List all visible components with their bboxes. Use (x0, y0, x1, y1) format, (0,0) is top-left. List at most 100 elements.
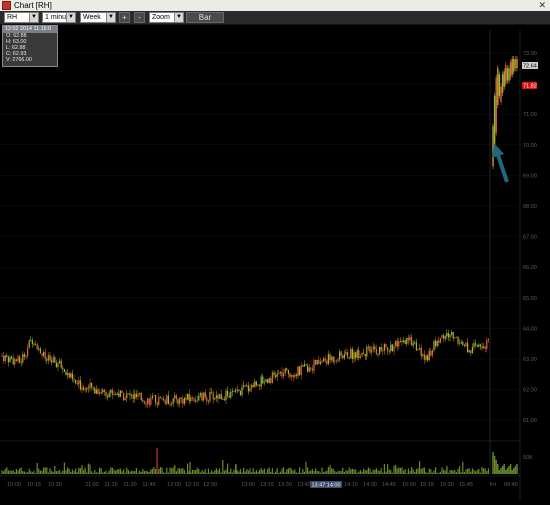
candle-body (102, 389, 104, 393)
price-marker-label: 71.82 (523, 84, 537, 90)
volume-bar (223, 470, 225, 474)
candle-body (398, 341, 400, 347)
candle-body (506, 68, 509, 81)
candle-body (431, 350, 433, 356)
candle-body (393, 346, 395, 352)
time-tick-label: 12:00 (167, 482, 181, 488)
candle-body (407, 337, 409, 341)
candle-body (300, 365, 302, 376)
volume-bar (457, 468, 459, 474)
candle-body (303, 364, 305, 367)
interval-select[interactable]: 1 minute ▼ (42, 12, 76, 23)
candle-body (145, 403, 147, 405)
volume-bar (284, 472, 286, 474)
candle-body (329, 354, 331, 361)
price-tick-label: 68.00 (523, 204, 537, 210)
candle-body (206, 397, 208, 402)
volume-bar (209, 472, 211, 474)
volume-bar (115, 470, 117, 474)
price-candles (1, 56, 518, 409)
candle-body (395, 340, 397, 347)
volume-bar (460, 472, 462, 474)
volume-bar (385, 471, 387, 474)
volume-bar (81, 465, 83, 474)
candle-body (158, 397, 160, 405)
candle-body (387, 347, 389, 352)
candle-body (359, 356, 361, 359)
volume-bar (52, 471, 54, 474)
close-icon[interactable]: ✕ (538, 0, 546, 11)
volume-bar (307, 467, 309, 474)
volume-bar (33, 470, 35, 474)
time-tick-label: 14:30 (363, 482, 377, 488)
candle-body (257, 384, 259, 386)
candle-body (219, 394, 221, 399)
candle-body (422, 354, 424, 356)
candle-body (100, 392, 102, 394)
volume-bar (179, 468, 181, 474)
volume-bar (55, 471, 57, 474)
candle-body (97, 389, 99, 394)
volume-bar (390, 470, 392, 474)
volume-bar (262, 470, 264, 474)
volume-bar (129, 471, 131, 474)
candle-body (35, 344, 37, 345)
volume-bar (350, 469, 352, 474)
candle-body (11, 356, 13, 359)
candle-body (3, 356, 5, 361)
volume-bar (206, 472, 208, 474)
candle-body (444, 335, 446, 339)
candle-body (337, 359, 339, 362)
candle-body (65, 371, 67, 375)
symbol-select[interactable]: RH ▼ (4, 12, 39, 23)
volume-bar (427, 472, 429, 474)
zoom-in-button[interactable]: + (119, 12, 130, 23)
volume-bar (167, 472, 169, 474)
volume-bar (123, 469, 125, 474)
chart-area[interactable]: 73.0072.0071.0070.0069.0068.0067.0066.00… (0, 25, 550, 500)
chevron-down-icon: ▼ (29, 13, 38, 22)
zoom-out-button[interactable]: - (134, 12, 145, 23)
volume-bar (462, 461, 464, 474)
volume-bar (299, 467, 301, 474)
range-select[interactable]: Week ▼ (80, 12, 116, 23)
chevron-down-icon: ▼ (66, 13, 75, 22)
candle-body (487, 339, 489, 341)
volume-bar (193, 470, 195, 474)
volume-bar (124, 472, 126, 474)
candle-body (215, 395, 217, 398)
volume-bar (22, 471, 24, 474)
volume-bar (185, 472, 187, 474)
volume-bar (231, 472, 233, 474)
candle-body (87, 387, 89, 389)
volume-bar (19, 468, 21, 474)
volume-bar (323, 471, 325, 474)
candle-body (14, 359, 16, 365)
volume-bar (387, 464, 389, 474)
time-tick-label: 13:00 (241, 482, 255, 488)
candle-body (52, 357, 54, 363)
volume-bar (278, 472, 280, 474)
volume-bar (441, 467, 443, 474)
volume-bar (375, 468, 377, 474)
time-tick-label: 13:15 (260, 482, 274, 488)
candle-body (116, 393, 118, 396)
volume-bar (508, 466, 510, 474)
zoom-select[interactable]: Zoom ▼ (149, 12, 184, 23)
candle-body (108, 392, 110, 398)
candle-body (137, 394, 139, 397)
volume-bar (236, 470, 238, 474)
volume-bar (228, 471, 230, 474)
volume-bar (47, 472, 49, 474)
volume-bar (137, 472, 139, 474)
candle-body (228, 395, 230, 398)
bar-button[interactable]: Bar (186, 12, 224, 23)
candle-body (183, 398, 185, 404)
candle-body (175, 395, 177, 400)
candle-body (508, 68, 510, 81)
candle-body (126, 393, 128, 398)
candle-body (511, 59, 513, 75)
info-volume: V: 2766.00 (6, 57, 32, 63)
candle-body (59, 360, 61, 364)
volume-bar (436, 472, 438, 474)
